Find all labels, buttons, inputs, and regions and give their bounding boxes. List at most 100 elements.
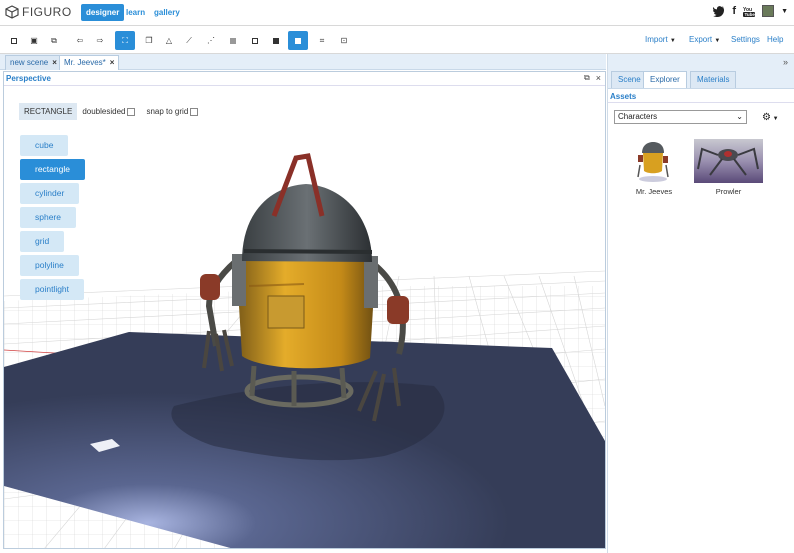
nav-gallery[interactable]: gallery [149,4,185,21]
help-link[interactable]: Help [767,35,783,44]
close-icon[interactable]: × [596,73,601,83]
tab-new-scene[interactable]: new scene × [5,55,62,70]
wireframe-button[interactable] [245,31,265,50]
chevron-down-icon[interactable]: ▼ [781,8,788,15]
triangle-icon: △ [165,36,173,45]
right-panel-tabs: » Scene Explorer Materials [608,54,794,89]
import-menu[interactable]: Import ▼ [645,35,676,44]
create-options: RECTANGLE doublesided snap to grid [19,103,199,120]
new-file-icon [11,37,17,44]
youtube-icon[interactable]: You Tube [743,6,756,17]
avatar[interactable] [762,5,775,17]
save-as-icon: ⧉ [51,35,57,45]
asset-thumb-prowler[interactable] [694,139,763,183]
asset-category-value: Characters [618,112,658,121]
top-nav: FIGURO designer learn gallery f You Tube… [0,0,794,26]
primitive-pointlight-button[interactable]: pointlight [20,279,85,300]
wireframe-icon [252,37,258,44]
doublesided-option[interactable]: doublesided [82,107,136,116]
logo[interactable]: FIGURO [5,5,72,19]
svg-text:Tube: Tube [745,12,756,17]
tab-explorer[interactable]: Explorer [643,71,687,88]
settings-link[interactable]: Settings [731,35,760,44]
viewport-controls: ⧉ × [584,73,601,83]
toolbar: ▣ ⧉ ⇦ ⇨ ⛶ ❐ △ ⟋ ⋰ ⌗ ⊡ Import ▼ Export ▼ … [0,27,794,54]
duplicate-icon: ❐ [145,36,153,45]
collapse-panel-icon[interactable]: » [783,57,788,67]
save-as-button[interactable]: ⧉ [44,31,64,50]
tab-mr-jeeves[interactable]: Mr. Jeeves* × [59,55,120,70]
gear-icon[interactable]: ⚙ ▼ [762,112,779,123]
viewport-header: Perspective ⧉ × [4,72,605,86]
textured-button[interactable] [288,31,308,50]
tab-label: new scene [10,58,49,67]
crop-button[interactable]: ⌗ [312,31,332,50]
close-icon[interactable]: × [110,58,115,67]
snap-to-grid-checkbox[interactable] [190,107,199,116]
triangle-tool-button[interactable]: △ [159,31,179,50]
nav-learn[interactable]: learn [121,4,150,21]
asset-thumb-mr-jeeves[interactable] [630,139,676,183]
snapshot-icon: ⊡ [340,36,348,45]
export-label: Export [689,35,713,44]
right-panel: » Scene Explorer Materials Assets Charac… [607,54,794,553]
textured-icon [295,37,301,44]
primitive-grid-button[interactable]: grid [20,231,65,252]
grid-square-button[interactable] [223,31,243,50]
snap-to-grid-option[interactable]: snap to grid [146,107,199,116]
select-icon: ⛶ [122,35,128,45]
primitive-sphere-button[interactable]: sphere [20,207,76,228]
solid-button[interactable] [266,31,286,50]
facebook-icon[interactable]: f [732,5,736,17]
asset-label-prowler: Prowler [715,187,742,196]
primitive-cube-button[interactable]: cube [20,135,69,156]
export-menu[interactable]: Export ▼ [689,35,720,44]
caret-down-icon: ▼ [714,38,721,44]
document-tabs: new scene × Mr. Jeeves* × [0,54,606,70]
primitive-cylinder-button[interactable]: cylinder [20,183,80,204]
save-button[interactable]: ▣ [24,31,44,50]
undo-button[interactable]: ⇦ [70,31,90,50]
snapshot-button[interactable]: ⊡ [334,31,354,50]
primitive-rectangle-button[interactable]: rectangle [20,159,85,180]
doublesided-checkbox[interactable] [127,107,136,116]
vertex-icon: ⋰ [207,36,215,45]
line-icon: ⟋ [186,35,192,45]
caret-down-icon: ▼ [770,116,779,122]
doublesided-label: doublesided [82,107,126,116]
assets-title: Assets [610,92,637,101]
chevron-down-icon: ⌄ [736,112,743,121]
redo-icon: ⇨ [96,36,104,45]
divider [608,102,794,103]
vertex-tool-button[interactable]: ⋰ [201,31,221,50]
crop-icon: ⌗ [319,35,325,45]
line-tool-button[interactable]: ⟋ [179,31,199,50]
save-icon: ▣ [30,36,38,45]
import-label: Import [645,35,668,44]
cube-logo-icon [5,5,19,19]
solid-icon [273,37,279,44]
viewport-panel: Perspective ⧉ × RECTANGLE doublesided sn… [3,71,606,549]
popout-icon[interactable]: ⧉ [584,73,590,83]
tab-materials[interactable]: Materials [690,71,737,88]
logo-text: FIGURO [22,5,72,19]
redo-button[interactable]: ⇨ [90,31,110,50]
viewport-title: Perspective [6,74,51,83]
undo-icon: ⇦ [76,36,84,45]
caret-down-icon: ▼ [669,38,676,44]
asset-label-mr-jeeves: Mr. Jeeves [635,187,673,196]
shape-type-label: RECTANGLE [19,103,78,120]
grid-square-icon [230,37,236,44]
tab-label: Mr. Jeeves* [64,58,106,67]
snap-to-grid-label: snap to grid [146,107,189,116]
primitive-polyline-button[interactable]: polyline [20,255,79,276]
3d-scene-canvas[interactable] [4,86,605,549]
social-links: f You Tube ▼ [713,5,788,17]
duplicate-button[interactable]: ❐ [139,31,159,50]
select-tool-button[interactable]: ⛶ [115,31,135,50]
asset-category-select[interactable]: Characters ⌄ [614,110,747,124]
nav-designer[interactable]: designer [81,4,125,21]
twitter-icon[interactable] [713,5,725,17]
new-file-button[interactable] [4,31,24,50]
close-icon[interactable]: × [52,58,57,67]
